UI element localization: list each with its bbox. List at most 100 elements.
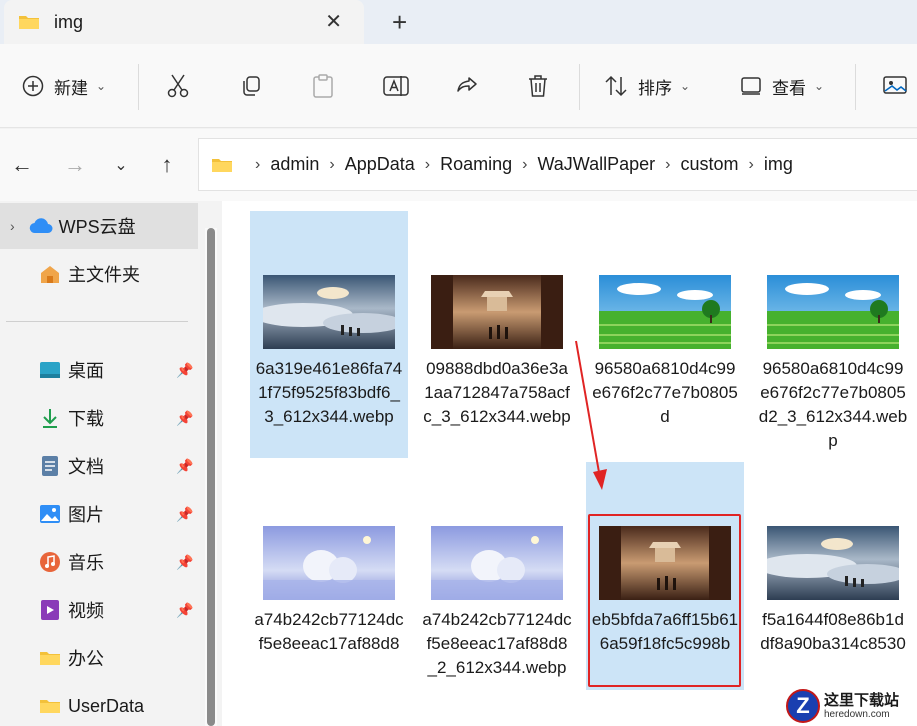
clipboard-icon <box>313 74 333 98</box>
sort-icon <box>605 75 627 97</box>
sort-label: 排序 <box>638 78 672 98</box>
file-item[interactable]: f5a1644f08e86b1ddf8a90ba314c8530 <box>754 462 912 712</box>
breadcrumb-item[interactable]: WaJWallPaper <box>537 154 655 175</box>
breadcrumb-separator-icon[interactable]: › <box>255 156 260 174</box>
sidebar-item-wps-cloud[interactable]: › WPS云盘 <box>0 203 198 249</box>
file-item[interactable]: 96580a6810d4c99e676f2c77e7b0805d2_3_612x… <box>754 211 912 458</box>
file-name: f5a1644f08e86b1ddf8a90ba314c8530 <box>760 610 906 653</box>
home-icon <box>38 263 62 285</box>
sort-button[interactable]: 排序 ⌄ <box>604 44 690 128</box>
chevron-right-icon[interactable]: › <box>10 218 15 234</box>
view-button[interactable]: 查看 ⌄ <box>740 44 824 128</box>
up-arrow-icon[interactable]: ↑ <box>153 151 181 179</box>
sidebar-item-music[interactable]: 音乐 📌 <box>0 539 198 585</box>
sidebar-item-office[interactable]: 办公 <box>0 635 198 681</box>
file-item[interactable]: 09888dbd0a36e3a1aa712847a758acfc_3_612x3… <box>418 211 576 458</box>
file-name: 09888dbd0a36e3a1aa712847a758acfc_3_612x3… <box>423 359 571 426</box>
file-item[interactable]: 6a319e461e86fa741f75f9525f83bdf6_3_612x3… <box>250 211 408 458</box>
delete-button[interactable] <box>527 44 549 128</box>
toolbar-divider <box>579 64 580 110</box>
address-bar[interactable]: › admin › AppData › Roaming › WaJWallPap… <box>198 138 917 191</box>
breadcrumb-item[interactable]: admin <box>270 154 319 175</box>
sidebar-item-label: 桌面 <box>68 361 104 381</box>
forward-arrow-icon[interactable]: → <box>61 151 89 179</box>
close-tab-icon[interactable]: ✕ <box>325 10 342 34</box>
folder-icon <box>212 158 232 172</box>
sidebar-item-label: 文档 <box>68 457 104 477</box>
share-button[interactable] <box>455 44 479 128</box>
sidebar-item-label: 下载 <box>68 409 104 429</box>
file-item[interactable]: a74b242cb77124dcf5e8eeac17af88d8_2_612x3… <box>418 462 576 712</box>
pictures-icon <box>38 503 62 525</box>
folder-icon <box>19 16 39 29</box>
folder-icon <box>38 695 62 717</box>
breadcrumb-item[interactable]: Roaming <box>440 154 512 175</box>
tab-img[interactable]: img ✕ <box>4 0 364 44</box>
thumbnail-temple <box>431 275 563 349</box>
thumbnail-field <box>767 275 899 349</box>
file-name: 96580a6810d4c99e676f2c77e7b0805d <box>592 359 738 426</box>
pin-icon[interactable]: 📌 <box>176 410 193 427</box>
pin-icon[interactable]: 📌 <box>176 554 193 571</box>
sidebar-item-downloads[interactable]: 下载 📌 <box>0 395 198 441</box>
sidebar-divider <box>6 321 188 322</box>
tab-bar: img ✕ + <box>0 0 917 44</box>
file-name: a74b242cb77124dcf5e8eeac17af88d8_2_612x3… <box>422 610 572 677</box>
pin-icon[interactable]: 📌 <box>176 602 193 619</box>
sidebar-item-label: 音乐 <box>68 553 104 573</box>
chevron-down-icon: ⌄ <box>96 79 107 93</box>
plus-circle-icon <box>22 75 44 97</box>
breadcrumb-item[interactable]: custom <box>680 154 738 175</box>
sidebar-item-userdata[interactable]: UserData <box>0 683 198 726</box>
document-icon <box>38 455 62 477</box>
trash-icon <box>529 75 547 97</box>
breadcrumb-separator-icon[interactable]: › <box>425 156 430 174</box>
sidebar-item-pictures[interactable]: 图片 📌 <box>0 491 198 537</box>
chevron-down-icon: ⌄ <box>680 79 691 93</box>
rename-icon <box>383 76 409 96</box>
sidebar-item-label: 视频 <box>68 601 104 621</box>
sidebar-item-home[interactable]: 主文件夹 <box>0 251 198 297</box>
paste-button[interactable] <box>311 44 335 128</box>
pin-icon[interactable]: 📌 <box>176 506 193 523</box>
pin-icon[interactable]: 📌 <box>176 458 193 475</box>
site-logo: Z 这里下载站 heredown.com <box>786 688 914 724</box>
music-icon <box>38 551 62 573</box>
back-arrow-icon[interactable]: ← <box>8 151 36 179</box>
cut-button[interactable] <box>166 44 190 128</box>
cloud-icon <box>29 215 53 237</box>
sidebar-item-label: 图片 <box>68 505 104 525</box>
new-button[interactable]: 新建 ⌄ <box>22 44 106 128</box>
file-item[interactable]: a74b242cb77124dcf5e8eeac17af88d8 <box>250 462 408 712</box>
sidebar-item-videos[interactable]: 视频 📌 <box>0 587 198 633</box>
breadcrumb-separator-icon[interactable]: › <box>522 156 527 174</box>
view-label: 查看 <box>772 78 806 98</box>
file-item[interactable]: 96580a6810d4c99e676f2c77e7b0805d <box>586 211 744 458</box>
rename-button[interactable] <box>383 44 409 128</box>
sidebar-item-label: 办公 <box>68 649 104 669</box>
recent-chevron-icon[interactable]: ⌄ <box>107 151 135 179</box>
breadcrumb-separator-icon[interactable]: › <box>665 156 670 174</box>
scissors-icon <box>167 74 189 98</box>
logo-mark-icon: Z <box>786 689 820 723</box>
pin-icon[interactable]: 📌 <box>176 362 193 379</box>
thumbnail-snowy <box>263 526 395 600</box>
logo-url: heredown.com <box>824 708 890 720</box>
sidebar-scrollbar[interactable] <box>205 228 217 726</box>
copy-button[interactable] <box>239 44 263 128</box>
sidebar-item-documents[interactable]: 文档 📌 <box>0 443 198 489</box>
breadcrumb-item[interactable]: img <box>764 154 793 175</box>
breadcrumb-item[interactable]: AppData <box>345 154 415 175</box>
file-name: 6a319e461e86fa741f75f9525f83bdf6_3_612x3… <box>255 359 403 426</box>
breadcrumb-separator-icon[interactable]: › <box>749 156 754 174</box>
scrollbar-thumb[interactable] <box>207 228 215 726</box>
new-tab-button[interactable]: + <box>392 8 407 36</box>
command-bar: 新建 ⌄ 排序 ⌄ 查看 ⌄ <box>0 44 917 128</box>
thumbnail-snowy <box>431 526 563 600</box>
sidebar-item-desktop[interactable]: 桌面 📌 <box>0 347 198 393</box>
file-name: a74b242cb77124dcf5e8eeac17af88d8 <box>254 610 404 653</box>
navigation-pane: › WPS云盘 主文件夹 桌面 📌 下载 📌 文档 📌 图片 📌 音乐 📌 视频… <box>0 201 222 726</box>
set-background-button[interactable] <box>882 44 908 128</box>
breadcrumb-separator-icon[interactable]: › <box>329 156 334 174</box>
folder-icon <box>38 647 62 669</box>
